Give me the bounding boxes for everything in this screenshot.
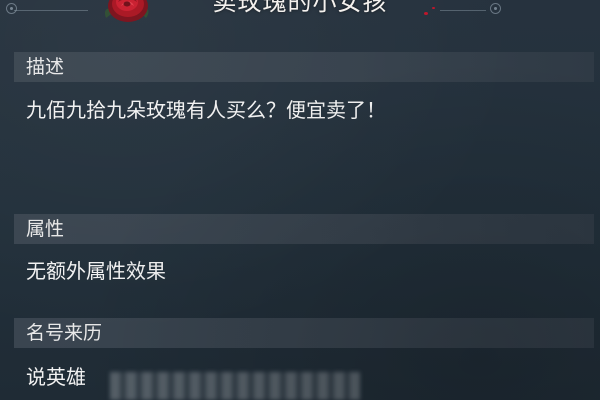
title-info-panel: 卖玫瑰的小女孩 描述 九佰九拾九朵玫瑰有人买么？便宜卖了！ 属性 无额外属性效果… bbox=[0, 0, 600, 400]
section-header-origin: 名号来历 bbox=[14, 318, 594, 348]
ornament-right-icon bbox=[490, 3, 501, 14]
petal-speck bbox=[432, 7, 435, 9]
blurred-text-continuation bbox=[110, 372, 360, 400]
description-text: 九佰九拾九朵玫瑰有人买么？便宜卖了！ bbox=[26, 98, 386, 122]
title-bar: 卖玫瑰的小女孩 bbox=[0, 0, 600, 30]
section-header-description: 描述 bbox=[14, 52, 594, 82]
petal-speck bbox=[424, 12, 428, 15]
item-title: 卖玫瑰的小女孩 bbox=[212, 0, 388, 16]
ornament-left-icon bbox=[6, 3, 17, 14]
section-header-label: 描述 bbox=[26, 56, 65, 78]
section-header-attributes: 属性 bbox=[14, 214, 594, 244]
section-header-label: 名号来历 bbox=[26, 322, 103, 344]
title-divider-left bbox=[14, 10, 88, 11]
section-header-label: 属性 bbox=[26, 218, 65, 240]
rose-icon bbox=[104, 0, 149, 22]
title-divider-right bbox=[440, 10, 486, 11]
attributes-text: 无额外属性效果 bbox=[26, 259, 166, 283]
origin-text: 说英雄 bbox=[26, 365, 86, 389]
